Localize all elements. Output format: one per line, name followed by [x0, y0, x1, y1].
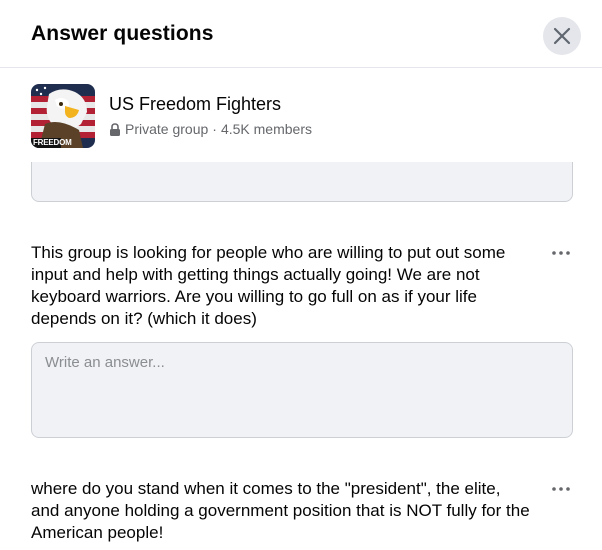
question-options-button[interactable] — [549, 246, 573, 260]
close-icon — [553, 27, 571, 45]
thumbnail-caption: FREEDOM — [33, 138, 72, 147]
questions-scroll-area[interactable]: This group is looking for people who are… — [0, 162, 602, 550]
question-options-button[interactable] — [549, 482, 573, 496]
answer-input[interactable] — [31, 342, 573, 438]
dialog-title: Answer questions — [31, 22, 214, 45]
meta-separator: · — [212, 121, 217, 137]
more-icon — [552, 487, 570, 491]
group-privacy: Private group — [125, 121, 209, 137]
group-members: 4.5K members — [220, 121, 312, 137]
group-info: FREEDOM US Freedom Fighters Private grou… — [31, 84, 571, 150]
question-text: This group is looking for people who are… — [31, 243, 506, 328]
group-thumbnail: FREEDOM — [31, 84, 95, 148]
previous-answer-field[interactable] — [31, 162, 573, 202]
lock-icon — [110, 122, 120, 136]
question-text: where do you stand when it comes to the … — [31, 479, 530, 542]
dialog-header: Answer questions — [0, 0, 602, 68]
more-icon — [552, 251, 570, 255]
group-meta: Private group · 4.5K members — [109, 121, 312, 137]
group-name[interactable]: US Freedom Fighters — [109, 94, 281, 115]
close-button[interactable] — [543, 17, 581, 55]
